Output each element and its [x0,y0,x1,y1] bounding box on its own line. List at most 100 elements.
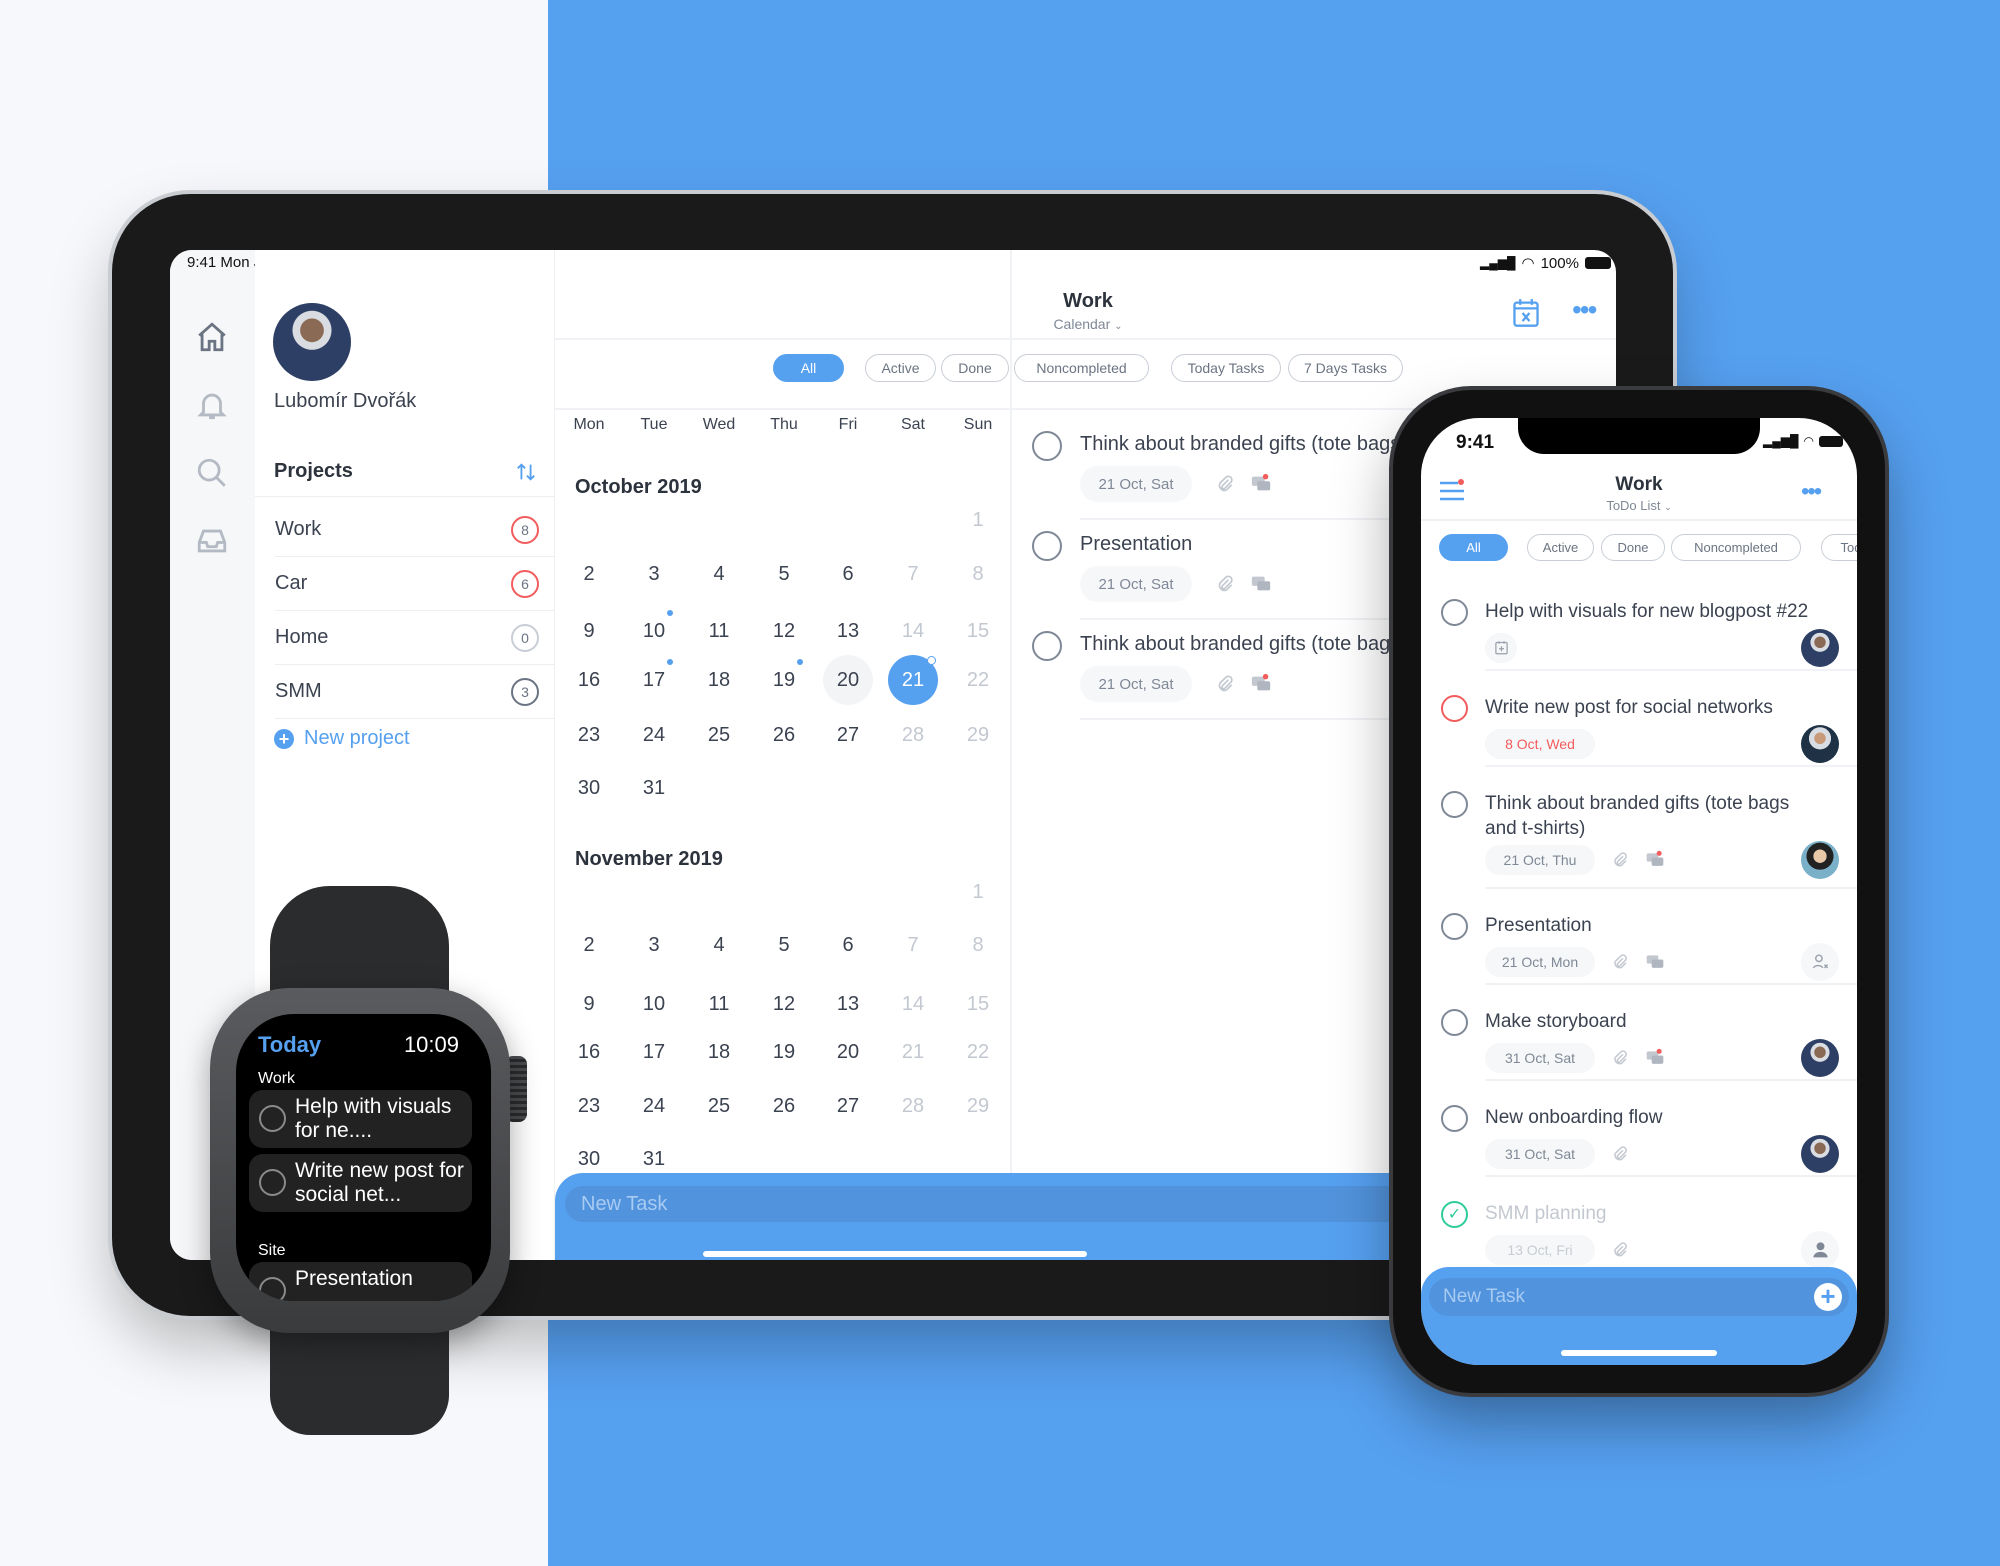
calendar-day[interactable]: 13 [823,606,873,656]
menu-icon[interactable] [1439,478,1465,504]
project-item-home[interactable]: Home 0 [275,611,555,665]
calendar-day[interactable]: 14 [888,606,938,656]
new-task-input[interactable]: New Task [1429,1278,1849,1316]
calendar-day[interactable]: 3 [629,920,679,970]
task-title[interactable]: Help with visuals for new blogpost #22 [1485,599,1815,624]
calendar-day[interactable]: 27 [823,710,873,760]
calendar-day[interactable]: 23 [564,710,614,760]
calendar-day[interactable]: 1 [953,867,1003,917]
filter-all[interactable]: All [1439,534,1508,561]
assignee-avatar[interactable] [1801,725,1839,763]
project-item-work[interactable]: Work 8 [275,503,555,557]
watch-task[interactable]: Write new post for social net... [249,1154,472,1212]
task-title[interactable]: Write new post for social networks [1485,695,1815,720]
calendar-day[interactable]: 21 [888,1027,938,1077]
assignee-avatar[interactable] [1801,1231,1839,1269]
calendar-day[interactable]: 4 [694,920,744,970]
task-checkbox[interactable] [259,1169,286,1196]
filter-active[interactable]: Active [1527,534,1594,561]
task-checkbox[interactable] [1032,431,1062,461]
filter-today-tasks[interactable]: Today Tasks [1171,354,1281,382]
calendar-day[interactable]: 23 [564,1081,614,1131]
task-title[interactable]: Think about branded gifts (tote bags and… [1485,791,1815,841]
calendar-day[interactable]: 18 [694,1027,744,1077]
task-checkbox[interactable] [1441,1009,1468,1036]
task-checkbox[interactable] [1441,695,1468,722]
project-item-smm[interactable]: SMM 3 [275,665,555,719]
bell-icon[interactable] [195,388,229,422]
task-date[interactable]: 31 Oct, Sat [1485,1043,1595,1073]
more-icon[interactable]: ••• [1801,478,1822,506]
calendar-day[interactable]: 29 [953,710,1003,760]
calendar-day[interactable]: 28 [888,1081,938,1131]
assignee-avatar[interactable] [1801,1039,1839,1077]
task-checkbox[interactable] [1441,1105,1468,1132]
calendar-day[interactable]: 31 [629,763,679,813]
task-title[interactable]: New onboarding flow [1485,1105,1815,1130]
calendar-day[interactable]: 14 [888,979,938,1029]
calendar-day[interactable]: 10 [629,979,679,1029]
calendar-day[interactable]: 6 [823,549,873,599]
calendar-day[interactable]: 5 [759,549,809,599]
task-date[interactable]: 13 Oct, Fri [1485,1235,1595,1265]
calendar-day[interactable]: 18 [694,655,744,705]
sort-icon[interactable] [515,461,537,483]
calendar-day[interactable]: 27 [823,1081,873,1131]
calendar-day[interactable]: 12 [759,979,809,1029]
calendar-day[interactable]: 16 [564,655,614,705]
calendar-day[interactable]: 17 [629,655,679,705]
task-title[interactable]: Make storyboard [1485,1009,1815,1034]
calendar-day[interactable]: 12 [759,606,809,656]
calendar-day[interactable]: 22 [953,1027,1003,1077]
calendar-day[interactable]: 25 [694,710,744,760]
calendar-day[interactable]: 22 [953,655,1003,705]
calendar-day[interactable]: 20 [823,1027,873,1077]
calendar-day[interactable]: 29 [953,1081,1003,1131]
more-icon[interactable]: ••• [1572,294,1597,326]
calendar-day[interactable]: 21 [888,655,938,705]
filter-noncompleted[interactable]: Noncompleted [1671,534,1801,561]
inbox-icon[interactable] [195,524,229,558]
calendar-day[interactable]: 10 [629,606,679,656]
watch-task[interactable]: Presentation [249,1262,472,1301]
calendar-day[interactable]: 15 [953,979,1003,1029]
calendar-day[interactable]: 8 [953,549,1003,599]
task-title[interactable]: SMM planning [1485,1201,1815,1226]
calendar-day[interactable]: 11 [694,979,744,1029]
filter-7-days-tasks[interactable]: 7 Days Tasks [1288,354,1403,382]
task-date[interactable]: 21 Oct, Sat [1080,666,1192,702]
calendar-day[interactable]: 9 [564,606,614,656]
task-checkbox[interactable] [1441,599,1468,626]
task-checkbox[interactable] [1032,531,1062,561]
calendar-day[interactable]: 26 [759,710,809,760]
filter-done[interactable]: Done [1601,534,1665,561]
calendar-day[interactable]: 4 [694,549,744,599]
calendar-day[interactable]: 16 [564,1027,614,1077]
task-date[interactable]: 21 Oct, Mon [1485,947,1595,977]
calendar-day[interactable]: 2 [564,920,614,970]
home-icon[interactable] [195,320,229,354]
calendar-day[interactable]: 3 [629,549,679,599]
filter-tod[interactable]: Tod [1821,534,1857,561]
assignee-avatar[interactable] [1801,1135,1839,1173]
calendar-day[interactable]: 28 [888,710,938,760]
calendar-day[interactable]: 9 [564,979,614,1029]
calendar-day[interactable]: 15 [953,606,1003,656]
view-switcher[interactable]: ToDo List ⌄ [1539,498,1739,513]
task-date[interactable]: 21 Oct, Sat [1080,566,1192,602]
checked-checkbox[interactable]: ✓ [1441,1201,1468,1228]
view-switcher[interactable]: Calendar ⌄ [988,316,1188,332]
watch-task[interactable]: Help with visuals for ne.... [249,1090,472,1148]
task-date[interactable]: 31 Oct, Sat [1485,1139,1595,1169]
project-item-car[interactable]: Car 6 [275,557,555,611]
calendar-day[interactable]: 17 [629,1027,679,1077]
add-task-button[interactable]: + [1814,1283,1842,1311]
calendar-day[interactable]: 5 [759,920,809,970]
filter-noncompleted[interactable]: Noncompleted [1014,354,1149,382]
calendar-day[interactable]: 7 [888,549,938,599]
assignee-avatar[interactable] [1801,841,1839,879]
calendar-day[interactable]: 24 [629,1081,679,1131]
calendar-day[interactable]: 25 [694,1081,744,1131]
calendar-day[interactable]: 13 [823,979,873,1029]
calendar-day[interactable]: 6 [823,920,873,970]
